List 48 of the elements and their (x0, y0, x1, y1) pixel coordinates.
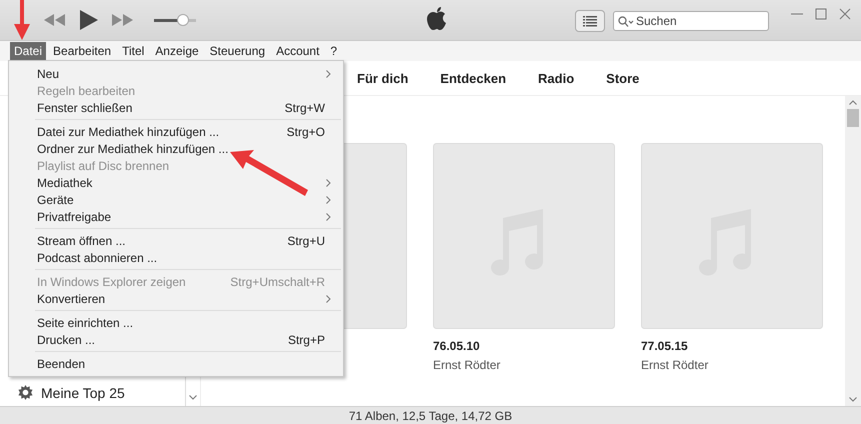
list-view-button[interactable] (575, 10, 605, 32)
sidebar-item[interactable]: Meine Top 25 (18, 383, 185, 402)
annotation-arrow (14, 0, 30, 40)
album-artist: Ernst Rödter (641, 358, 710, 372)
album-title: 77.05.15 (641, 339, 689, 353)
nav-tab[interactable]: Radio (538, 70, 574, 86)
menu-item[interactable]: Drucken ... Strg+P (9, 331, 343, 348)
close-icon[interactable] (839, 8, 851, 20)
menu-bar-item[interactable]: Titel (118, 42, 148, 60)
search-field[interactable]: Suchen (613, 11, 769, 31)
menu-item[interactable]: Seite einrichten ... (9, 314, 343, 331)
fast-forward-icon[interactable] (112, 14, 134, 26)
volume-slider[interactable] (154, 14, 196, 26)
menu-bar-item[interactable]: ? (326, 42, 342, 60)
menu-item[interactable]: Mediathek (9, 174, 343, 191)
menu-bar-item[interactable]: Anzeige (151, 42, 203, 60)
play-icon[interactable] (80, 10, 98, 30)
menu-bar-item[interactable]: Steuerung (206, 42, 270, 60)
album-title: 76.05.10 (433, 339, 481, 353)
menu-item[interactable]: Fenster schließen Strg+W (9, 99, 343, 116)
menu-item[interactable]: Geräte (9, 191, 343, 208)
search-icon (618, 16, 634, 27)
nav-tab[interactable]: Store (606, 70, 640, 86)
album-artist: Ernst Rödter (433, 358, 502, 372)
nav-tab[interactable]: Entdecken (440, 70, 506, 86)
scroll-down-icon[interactable] (849, 397, 857, 402)
rewind-icon[interactable] (44, 14, 66, 26)
menu-bar-item[interactable]: Account (272, 42, 324, 60)
menu-bar-item[interactable]: Bearbeiten (49, 42, 116, 60)
gear-icon (18, 385, 33, 400)
menu-item[interactable]: Beenden (9, 355, 343, 372)
scroll-down-icon[interactable] (189, 395, 197, 400)
menu-item[interactable]: Podcast abonnieren ... (9, 249, 343, 266)
nav-tab[interactable]: Für dich (357, 70, 408, 86)
scroll-up-icon[interactable] (849, 100, 857, 105)
menu-item[interactable]: Konvertieren (9, 290, 343, 307)
list-icon (583, 16, 597, 26)
scroll-thumb[interactable] (847, 109, 859, 127)
menu-item[interactable]: Datei zur Mediathek hinzufügen ... Strg+O (9, 123, 343, 140)
scrollbar[interactable] (845, 96, 861, 406)
menu-item[interactable]: Stream öffnen ... Strg+U (9, 232, 343, 249)
menu-item[interactable]: Ordner zur Mediathek hinzufügen ... (9, 140, 343, 157)
menu-bar-item[interactable]: Datei (10, 42, 46, 60)
menu-item[interactable]: Privatfreigabe (9, 208, 343, 225)
maximize-icon[interactable] (815, 8, 827, 20)
menu-item[interactable]: Neu (9, 65, 343, 82)
apple-logo-icon (427, 7, 447, 31)
status-text: 71 Alben, 12,5 Tage, 14,72 GB (348, 408, 512, 422)
